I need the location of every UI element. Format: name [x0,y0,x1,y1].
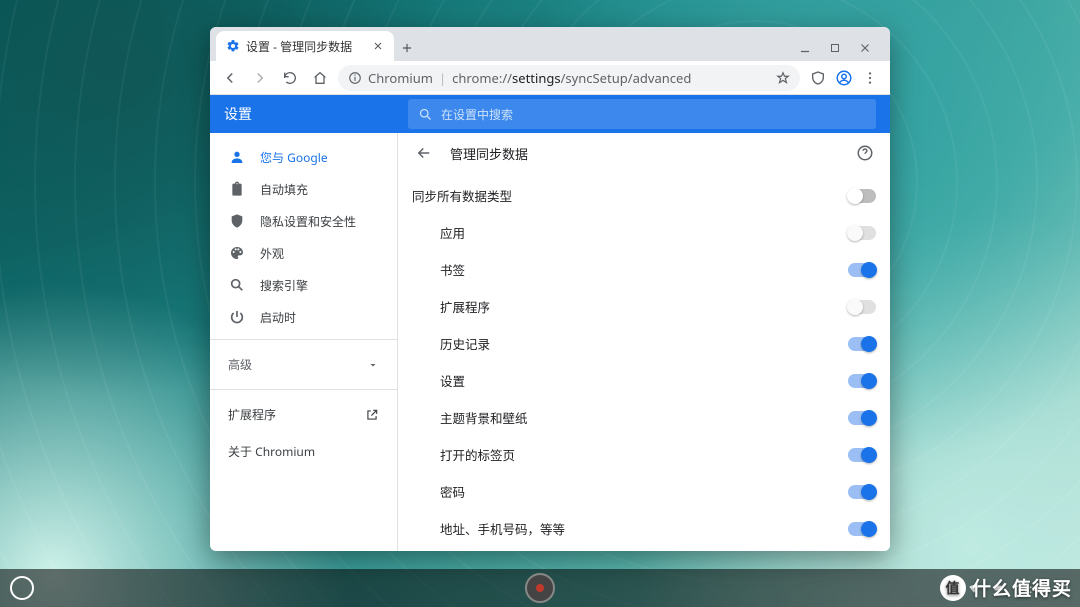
row-google-pay: Google Pay 中存储的付款方式和地址信息 [412,547,876,551]
watermark: 值 什么值得买 [940,574,1072,601]
sidebar-item-autofill[interactable]: 自动填充 [210,173,397,205]
page-title: 管理同步数据 [450,144,528,163]
toggle-addresses[interactable] [848,522,876,536]
site-info-icon[interactable] [348,71,362,85]
shield-extension-icon[interactable] [806,66,830,90]
tab-settings[interactable]: 设置 - 管理同步数据 [216,31,394,61]
sidebar-item-label: 启动时 [260,309,296,326]
row-open-tabs: 打开的标签页 [412,436,876,473]
sidebar-about[interactable]: 关于 Chromium [210,433,397,470]
search-icon [228,276,246,294]
sidebar-item-label: 自动填充 [260,181,308,198]
shelf-app-recorder[interactable] [525,573,555,603]
toolbar: Chromium | chrome://settings/syncSetup/a… [210,61,890,95]
settings-search-input[interactable] [441,106,866,123]
gear-icon [226,39,240,53]
settings-title: 设置 [224,104,252,124]
row-passwords: 密码 [412,473,876,510]
address-bar[interactable]: Chromium | chrome://settings/syncSetup/a… [338,65,800,91]
menu-button[interactable] [858,66,882,90]
toggle-bookmarks[interactable] [848,263,876,277]
toggle-theme[interactable] [848,411,876,425]
launcher-button[interactable] [10,576,34,600]
search-icon [418,107,433,122]
settings-main: 管理同步数据 同步所有数据类型 应用 书签 [398,133,890,551]
row-theme: 主题背景和壁纸 [412,399,876,436]
toggle-history[interactable] [848,337,876,351]
system-shelf: 拼 11:45 [0,569,1080,607]
settings-body: 您与 Google 自动填充 隐私设置和安全性 外观 搜索引擎 [210,133,890,551]
toggle-apps[interactable] [848,226,876,240]
sidebar-item-search-engine[interactable]: 搜索引擎 [210,269,397,301]
toggle-settings[interactable] [848,374,876,388]
power-icon [228,308,246,326]
url-origin: Chromium [368,69,433,87]
tab-strip: 设置 - 管理同步数据 [210,27,890,61]
row-settings: 设置 [412,362,876,399]
settings-sidebar: 您与 Google 自动填充 隐私设置和安全性 外观 搜索引擎 [210,133,398,551]
tab-title: 设置 - 管理同步数据 [246,38,352,55]
sidebar-item-on-startup[interactable]: 启动时 [210,301,397,333]
settings-app: 设置 您与 Google 自动填充 隐私设置和安全性 [210,95,890,551]
sidebar-item-you-and-google[interactable]: 您与 Google [210,141,397,173]
open-in-new-icon [365,408,379,422]
shield-icon [228,212,246,230]
clipboard-icon [228,180,246,198]
sidebar-item-label: 您与 Google [260,149,328,166]
browser-window: 设置 - 管理同步数据 Chromium | chrome://settings… [210,27,890,551]
help-icon[interactable] [854,142,876,164]
watermark-badge: 值 [940,575,966,601]
minimize-button[interactable] [796,39,814,57]
chevron-down-icon [367,359,379,371]
sync-rows: 同步所有数据类型 应用 书签 扩展程序 [398,173,890,551]
bookmark-star-icon[interactable] [776,71,790,85]
row-bookmarks: 书签 [412,251,876,288]
sidebar-item-label: 隐私设置和安全性 [260,213,356,230]
window-controls [796,39,884,61]
url-path: chrome://settings/syncSetup/advanced [452,69,691,87]
toggle-open-tabs[interactable] [848,448,876,462]
watermark-text: 什么值得买 [972,574,1072,601]
account-icon[interactable] [832,66,856,90]
sidebar-advanced[interactable]: 高级 [210,346,397,383]
person-icon [228,148,246,166]
palette-icon [228,244,246,262]
sidebar-item-appearance[interactable]: 外观 [210,237,397,269]
sidebar-item-label: 搜索引擎 [260,277,308,294]
home-button[interactable] [308,66,332,90]
reload-button[interactable] [278,66,302,90]
toggle-passwords[interactable] [848,485,876,499]
page-header: 管理同步数据 [398,133,890,173]
new-tab-button[interactable] [394,35,420,61]
settings-search[interactable] [408,99,876,129]
back-button[interactable] [218,66,242,90]
row-sync-all: 同步所有数据类型 [412,177,876,214]
toggle-extensions[interactable] [848,300,876,314]
row-history: 历史记录 [412,325,876,362]
row-addresses: 地址、手机号码，等等 [412,510,876,547]
settings-header: 设置 [210,95,890,133]
forward-button[interactable] [248,66,272,90]
sidebar-item-privacy[interactable]: 隐私设置和安全性 [210,205,397,237]
sidebar-item-label: 外观 [260,245,284,262]
row-extensions: 扩展程序 [412,288,876,325]
sidebar-extensions[interactable]: 扩展程序 [210,396,397,433]
page-back-button[interactable] [412,141,436,165]
toggle-sync-all[interactable] [848,189,876,203]
close-icon[interactable] [372,40,384,52]
close-window-button[interactable] [856,39,874,57]
maximize-button[interactable] [826,39,844,57]
row-apps: 应用 [412,214,876,251]
